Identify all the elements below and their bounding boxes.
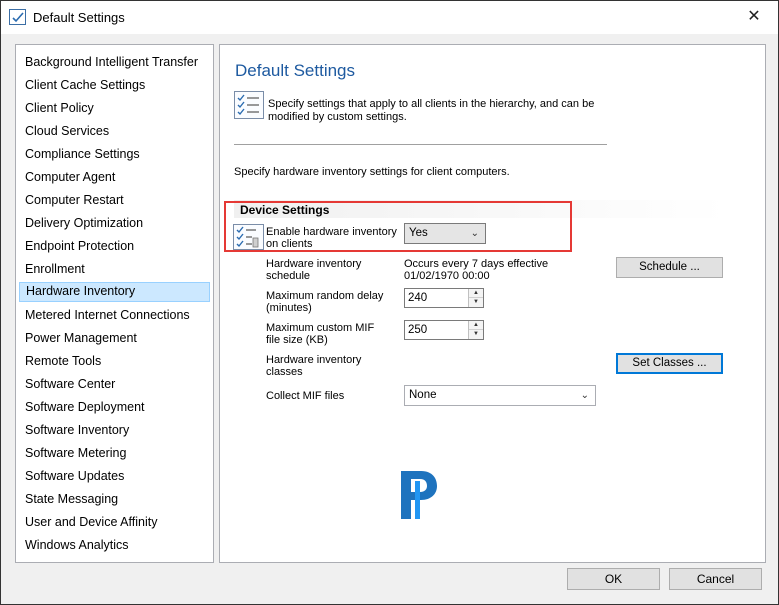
checklist-icon [234,91,264,119]
enable-hardware-inventory-value: Yes [409,227,428,239]
dialog-window: Default Settings ✕ Background Intelligen… [0,0,779,605]
panel-title: Default Settings [235,61,356,80]
cancel-button[interactable]: Cancel [669,568,762,590]
nav-item-software-metering[interactable]: Software Metering [19,444,210,464]
panel-description: Specify settings that apply to all clien… [268,98,595,123]
set-classes-button[interactable]: Set Classes ... [616,353,723,374]
nav-item-software-deployment[interactable]: Software Deployment [19,398,210,418]
spin-buttons: ▲ ▼ [468,289,483,307]
classes-label: Hardware inventory classes [266,354,362,378]
mif-size-stepper[interactable]: 250 ▲ ▼ [404,320,484,340]
nav-item-software-center[interactable]: Software Center [19,375,210,395]
nav-item-software-inventory[interactable]: Software Inventory [19,421,210,441]
random-delay-value: 240 [408,292,428,304]
nav-item-hardware-inventory[interactable]: Hardware Inventory [19,282,210,302]
mif-size-label: Maximum custom MIF file size (KB) [266,322,375,346]
spin-up-icon[interactable]: ▲ [469,289,483,298]
ok-button[interactable]: OK [567,568,660,590]
watermark-logo-icon: P [397,469,441,521]
spin-buttons: ▲ ▼ [468,321,483,339]
nav-item-cloud-services[interactable]: Cloud Services [19,122,210,142]
nav-item-delivery-optimization[interactable]: Delivery Optimization [19,214,210,234]
nav-item-background-intelligent-transfer[interactable]: Background Intelligent Transfer [19,53,210,73]
panel-subdescription: Specify hardware inventory settings for … [234,166,510,178]
settings-category-list: Background Intelligent Transfer Client C… [15,44,214,563]
mif-size-value: 250 [408,324,428,336]
enable-hardware-inventory-label: Enable hardware inventory on clients [266,226,397,250]
nav-item-computer-agent[interactable]: Computer Agent [19,168,210,188]
nav-item-client-cache-settings[interactable]: Client Cache Settings [19,76,210,96]
nav-item-state-messaging[interactable]: State Messaging [19,490,210,510]
spin-down-icon[interactable]: ▼ [469,298,483,307]
nav-item-metered-internet-connections[interactable]: Metered Internet Connections [19,306,210,326]
schedule-button[interactable]: Schedule ... [616,257,723,278]
chevron-down-icon: ⌄ [580,390,589,401]
nav-item-remote-tools[interactable]: Remote Tools [19,352,210,372]
nav-item-software-updates[interactable]: Software Updates [19,467,210,487]
settings-checklist-icon [9,9,26,25]
spin-down-icon[interactable]: ▼ [469,330,483,339]
nav-item-enrollment[interactable]: Enrollment [19,260,210,280]
window-title: Default Settings [33,10,125,25]
collect-mif-label: Collect MIF files [266,390,345,402]
close-icon[interactable]: ✕ [741,5,767,29]
nav-item-user-and-device-affinity[interactable]: User and Device Affinity [19,513,210,533]
nav-item-client-policy[interactable]: Client Policy [19,99,210,119]
collect-mif-select[interactable]: None ⌄ [404,385,596,406]
checklist-settings-icon [233,224,264,250]
schedule-value-line2: 01/02/1970 00:00 [404,270,490,282]
collect-mif-value: None [409,389,437,401]
nav-item-windows-analytics[interactable]: Windows Analytics [19,536,210,556]
enable-hardware-inventory-select[interactable]: Yes ⌄ [404,223,486,244]
nav-item-power-management[interactable]: Power Management [19,329,210,349]
nav-item-compliance-settings[interactable]: Compliance Settings [19,145,210,165]
divider [234,144,607,145]
chevron-down-icon: ⌄ [470,228,479,239]
nav-item-computer-restart[interactable]: Computer Restart [19,191,210,211]
schedule-label: Hardware inventory schedule [266,258,362,282]
nav-item-endpoint-protection[interactable]: Endpoint Protection [19,237,210,257]
spin-up-icon[interactable]: ▲ [469,321,483,330]
settings-panel: Default Settings Specify settings that a… [219,44,766,563]
random-delay-label: Maximum random delay (minutes) [266,290,384,314]
random-delay-stepper[interactable]: 240 ▲ ▼ [404,288,484,308]
schedule-value-line1: Occurs every 7 days effective [404,258,549,270]
title-bar: Default Settings ✕ [1,1,778,34]
